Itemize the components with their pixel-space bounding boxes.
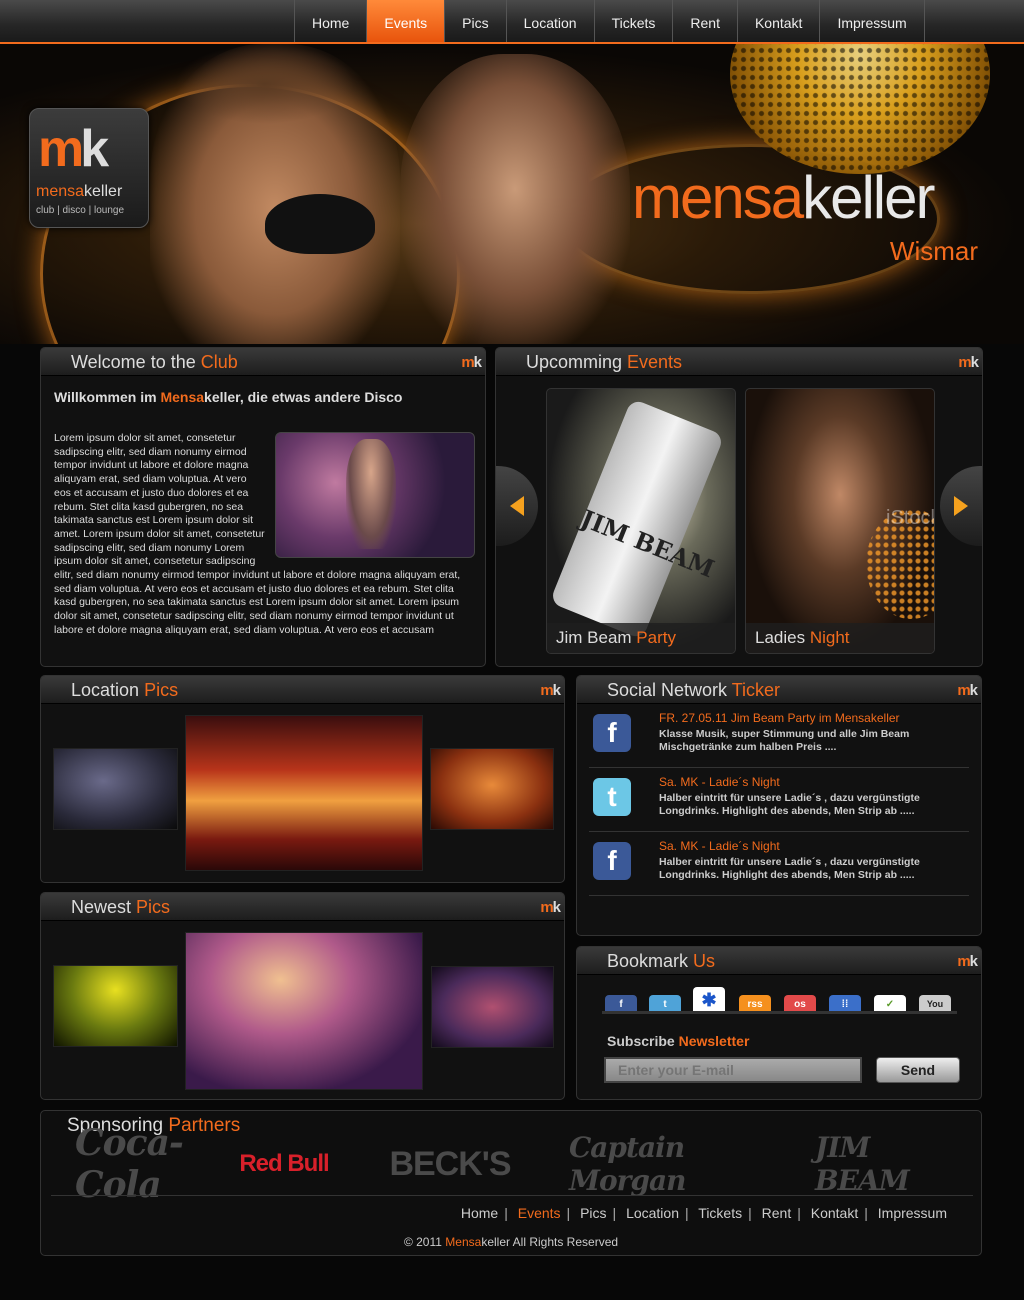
copyright: © 2011 Mensakeller All Rights Reserved bbox=[403, 1235, 619, 1249]
footer-navigation: Home | Events | Pics | Location | Tickets | R… bbox=[461, 1205, 947, 1221]
bookmark-shelf bbox=[602, 1011, 957, 1014]
send-button[interactable]: Send bbox=[876, 1057, 960, 1083]
nav-impressum[interactable]: Impressum bbox=[820, 0, 925, 42]
red-bull-logo[interactable]: Red Bull bbox=[229, 1139, 339, 1189]
captain-morgan-logo[interactable]: Captain Morgan bbox=[569, 1131, 783, 1197]
ticker-title[interactable]: FR. 27.05.11 Jim Beam Party im Mensakell… bbox=[659, 711, 900, 725]
event-caption: Ladies Night bbox=[746, 623, 934, 653]
footer-nav-impressum[interactable]: Impressum bbox=[878, 1205, 947, 1221]
hero-banner: mk mensakeller club | disco | lounge men… bbox=[0, 44, 1024, 344]
nav-rent[interactable]: Rent bbox=[673, 0, 738, 42]
mk-logo-icon: mk bbox=[958, 354, 979, 371]
separator: | bbox=[504, 1205, 508, 1221]
nav-events[interactable]: Events bbox=[367, 0, 446, 42]
ticker-title[interactable]: Sa. MK - Ladie´s Night bbox=[659, 839, 780, 853]
welcome-text: Lorem ipsum dolor sit amet, consetetur s… bbox=[54, 432, 478, 638]
welcome-panel: Welcome to the Club mk Willkommen im Men… bbox=[40, 347, 486, 667]
event-card-jim-beam[interactable]: JIM BEAM Jim Beam Party bbox=[546, 388, 736, 654]
nav-home[interactable]: Home bbox=[295, 0, 368, 42]
dancer-image bbox=[400, 54, 630, 344]
facebook-icon[interactable]: f bbox=[593, 842, 631, 880]
ticker-text: Klasse Musik, super Stimmung und alle Ji… bbox=[659, 728, 910, 753]
watermark: iStockph bbox=[886, 507, 934, 529]
footer-nav-kontakt[interactable]: Kontakt bbox=[811, 1205, 858, 1221]
next-arrow-button[interactable] bbox=[940, 466, 982, 546]
separator: | bbox=[864, 1205, 868, 1221]
ticker-item[interactable]: t Sa. MK - Ladie´s Night Halber eintritt… bbox=[589, 768, 969, 832]
nav-tickets[interactable]: Tickets bbox=[595, 0, 674, 42]
ticker-text: Halber eintritt für unsere Ladie´s , daz… bbox=[659, 856, 920, 881]
location-photo[interactable] bbox=[185, 715, 423, 871]
becks-logo[interactable]: BECK'S bbox=[363, 1139, 537, 1189]
party-photo[interactable] bbox=[431, 966, 554, 1048]
panel-header: Location Pics mk bbox=[41, 676, 564, 704]
nav-pics[interactable]: Pics bbox=[445, 0, 507, 42]
logo-name: mensakeller bbox=[36, 183, 123, 200]
divider bbox=[51, 1195, 973, 1196]
panel-header: Upcomming Events mk bbox=[496, 348, 982, 376]
party-photo[interactable] bbox=[53, 965, 178, 1047]
ticker-title[interactable]: Sa. MK - Ladie´s Night bbox=[659, 775, 780, 789]
bottle-image bbox=[549, 398, 725, 640]
dancer-image bbox=[265, 194, 375, 254]
separator: | bbox=[797, 1205, 801, 1221]
footer-nav-pics[interactable]: Pics bbox=[580, 1205, 606, 1221]
top-navigation: Home Events Pics Location Tickets Rent K… bbox=[0, 0, 1024, 44]
event-caption: Jim Beam Party bbox=[547, 623, 735, 653]
logo-tagline: club | disco | lounge bbox=[36, 205, 125, 216]
newest-pics-panel: Newest Pics mk bbox=[40, 892, 565, 1100]
footer-nav-events[interactable]: Events bbox=[518, 1205, 561, 1221]
delicious-icon[interactable]: ✱ bbox=[693, 987, 725, 1013]
sponsors-footer-panel: Sponsoring Partners Coca-Cola Red Bull B… bbox=[40, 1110, 982, 1256]
logo-mark: mk bbox=[38, 120, 109, 178]
panel-header: Social Network Ticker mk bbox=[577, 676, 981, 704]
previous-arrow-button[interactable] bbox=[496, 466, 538, 546]
arrow-left-icon bbox=[510, 496, 524, 516]
panel-header: Bookmark Us mk bbox=[577, 947, 981, 975]
separator: | bbox=[685, 1205, 689, 1221]
facebook-icon[interactable]: f bbox=[593, 714, 631, 752]
newsletter-label: Subscribe Newsletter bbox=[607, 1033, 750, 1049]
location-photo[interactable] bbox=[430, 748, 554, 830]
nav-kontakt[interactable]: Kontakt bbox=[738, 0, 821, 42]
hair-decoration bbox=[175, 44, 355, 124]
ticker-text: Halber eintritt für unsere Ladie´s , daz… bbox=[659, 792, 920, 817]
hero-city: Wismar bbox=[889, 236, 978, 266]
bookmark-panel: Bookmark Us mk f t ✱ rss os ⁞⁞ ✓ You Sub… bbox=[576, 946, 982, 1100]
jim-beam-logo[interactable]: JIM BEAM bbox=[815, 1131, 947, 1197]
separator: | bbox=[566, 1205, 571, 1221]
event-card-ladies-night[interactable]: iStockph Ladies Night bbox=[745, 388, 935, 654]
ticker-item[interactable]: f FR. 27.05.11 Jim Beam Party im Mensake… bbox=[589, 704, 969, 768]
footer-nav-tickets[interactable]: Tickets bbox=[698, 1205, 742, 1221]
location-photo[interactable] bbox=[53, 748, 178, 830]
mk-logo-icon: mk bbox=[957, 682, 978, 699]
twitter-icon[interactable]: t bbox=[593, 778, 631, 816]
email-field[interactable] bbox=[604, 1057, 862, 1083]
footer-nav-rent[interactable]: Rent bbox=[762, 1205, 792, 1221]
ticker-item[interactable]: f Sa. MK - Ladie´s Night Halber eintritt… bbox=[589, 832, 969, 896]
hero-title: mensakeller bbox=[632, 164, 935, 231]
mk-logo-icon: mk bbox=[540, 682, 561, 699]
mk-logo-icon: mk bbox=[461, 354, 482, 371]
arrow-right-icon bbox=[954, 496, 968, 516]
panel-header: Newest Pics mk bbox=[41, 893, 564, 921]
footer-nav-location[interactable]: Location bbox=[626, 1205, 679, 1221]
nav-menu: Home Events Pics Location Tickets Rent K… bbox=[294, 0, 925, 42]
location-pics-panel: Location Pics mk bbox=[40, 675, 565, 883]
mk-logo-icon: mk bbox=[957, 953, 978, 970]
separator: | bbox=[748, 1205, 752, 1221]
coca-cola-logo[interactable]: Coca-Cola bbox=[75, 1122, 205, 1206]
social-ticker-panel: Social Network Ticker mk f FR. 27.05.11 … bbox=[576, 675, 982, 936]
welcome-heading: Willkommen im Mensakeller, die etwas and… bbox=[54, 389, 403, 405]
mk-logo-icon: mk bbox=[540, 899, 561, 916]
party-photo[interactable] bbox=[185, 932, 423, 1090]
nav-location[interactable]: Location bbox=[507, 0, 595, 42]
footer-nav-home[interactable]: Home bbox=[461, 1205, 498, 1221]
separator: | bbox=[612, 1205, 617, 1221]
events-panel: Upcomming Events mk JIM BEAM Jim Beam Pa… bbox=[495, 347, 983, 667]
club-logo[interactable]: mk mensakeller club | disco | lounge bbox=[29, 108, 149, 228]
party-photo[interactable] bbox=[275, 432, 475, 558]
panel-header: Welcome to the Club mk bbox=[41, 348, 485, 376]
